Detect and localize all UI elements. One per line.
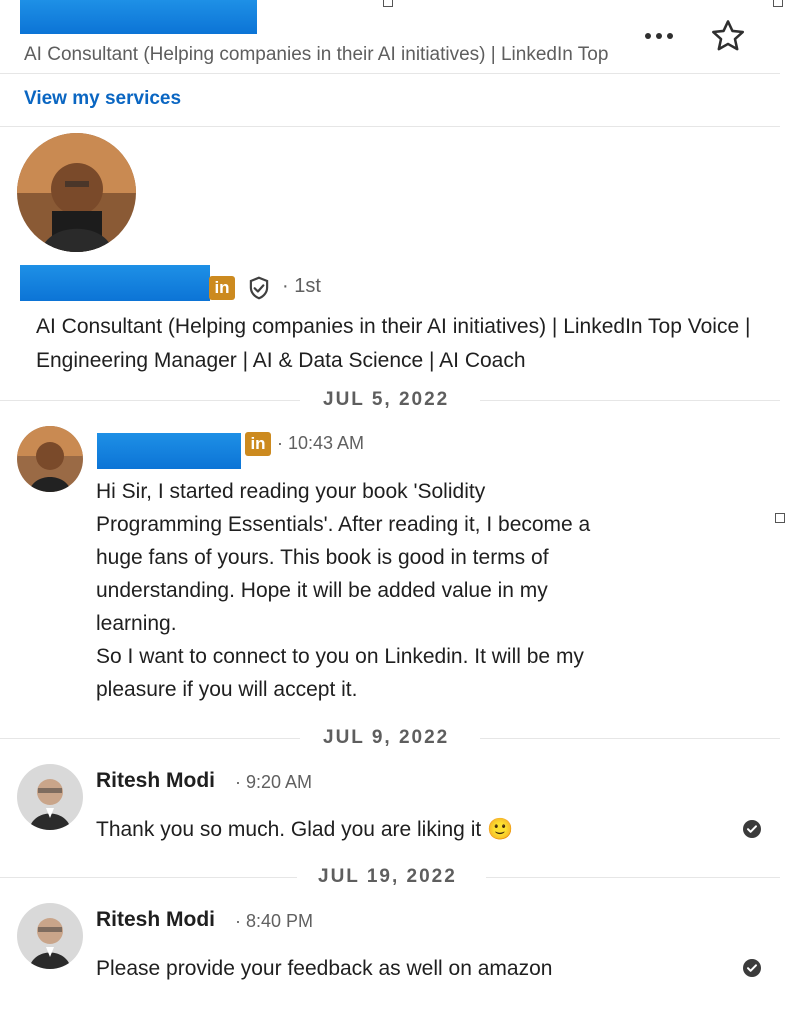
redacted-name-profile [20,265,210,301]
message-line: Programming Essentials'. After reading i… [96,513,591,536]
divider [0,126,780,127]
date-separator: JUL 19, 2022 [0,866,780,890]
person-photo-icon [17,133,136,252]
sender-name[interactable]: Ritesh Modi [96,908,215,932]
read-check-icon [743,820,761,838]
message-body: Please provide your feedback as well on … [96,957,553,980]
selection-handle [775,513,785,523]
verified-shield-icon [246,275,272,301]
message-body: Hi Sir, I started reading your book 'Sol… [96,475,756,706]
date-label: JUL 19, 2022 [318,866,457,887]
message-time: · 9:20 AM [235,772,313,792]
person-photo-icon [17,426,83,492]
message-line: understanding. Hope it will be added val… [96,579,548,602]
date-label: JUL 5, 2022 [323,389,450,410]
divider [0,73,780,74]
date-separator: JUL 5, 2022 [0,389,780,413]
more-horizontal-icon [645,33,673,39]
sender-avatar[interactable] [17,903,83,969]
message-line: huge fans of yours. This book is good in… [96,546,549,569]
sender-avatar[interactable] [17,426,83,492]
read-check-icon [743,959,761,977]
header-subtitle: AI Consultant (Helping companies in thei… [24,44,612,65]
selection-handle [383,0,393,7]
sender-avatar[interactable] [17,764,83,830]
person-photo-icon [17,764,83,830]
message-time: · 10:43 AM [277,433,365,453]
star-outline-icon [712,20,744,51]
sender-name[interactable]: Ritesh Modi [96,769,215,793]
profile-avatar[interactable] [17,133,136,252]
message-line: Hi Sir, I started reading your book 'Sol… [96,480,486,503]
view-services-link[interactable]: View my services [24,88,181,110]
message-line: learning. [96,612,177,635]
message-time: · 8:40 PM [235,911,314,931]
redacted-name-header [20,0,257,34]
connection-degree: · 1st [282,275,321,297]
date-label: JUL 9, 2022 [323,727,450,748]
profile-headline: AI Consultant (Helping companies in thei… [36,315,751,372]
message-line: pleasure if you will accept it. [96,678,358,701]
message-line: So I want to connect to you on Linkedin.… [96,645,584,668]
person-photo-icon [17,903,83,969]
message-body: Thank you so much. Glad you are liking i… [96,818,514,841]
selection-handle [773,0,783,7]
linkedin-icon: in [209,276,235,300]
star-button[interactable] [709,17,747,55]
more-options-button[interactable] [640,20,680,56]
redacted-sender-name [97,433,241,469]
linkedin-icon: in [245,432,271,456]
date-separator: JUL 9, 2022 [0,727,780,751]
